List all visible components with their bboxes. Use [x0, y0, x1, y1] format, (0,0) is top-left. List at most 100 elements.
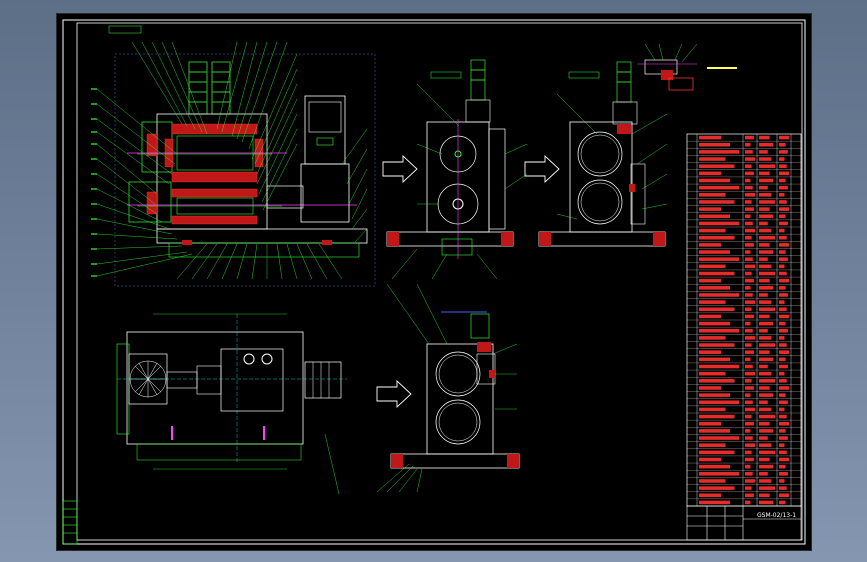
- table-cell-text: [759, 400, 768, 405]
- table-cell-text: [745, 307, 752, 312]
- table-cell-text: [745, 293, 753, 297]
- table-cell-text: [745, 464, 751, 469]
- table-cell-text: [745, 343, 752, 347]
- table-cell-text: [779, 486, 787, 490]
- table-cell-text: [779, 414, 787, 419]
- table-cell-text: [699, 400, 739, 405]
- table-cell-text: [779, 400, 788, 405]
- table-cell-text: [779, 371, 785, 376]
- table-cell-text: [745, 486, 752, 490]
- table-cell-text: [699, 185, 739, 190]
- table-cell-text: [745, 436, 753, 440]
- table-cell-text: [745, 450, 752, 455]
- side-view-b: [538, 61, 668, 247]
- table-cell-text: [745, 300, 755, 304]
- table-cell-text: [745, 321, 751, 326]
- drawing-sheet: GSM-02/13-1: [56, 13, 812, 551]
- table-cell-text: [759, 493, 770, 498]
- table-cell-text: [759, 221, 768, 226]
- table-cell-text: [759, 135, 770, 140]
- table-cell-text: [759, 328, 768, 333]
- table-cell-text: [779, 193, 785, 197]
- table-cell-text: [779, 271, 787, 276]
- table-cell-text: [779, 178, 786, 183]
- table-cell-text: [699, 486, 735, 490]
- table-cell-text: [745, 207, 754, 211]
- table-cell-text: [745, 400, 753, 405]
- table-cell-text: [779, 300, 785, 304]
- table-cell-text: [745, 257, 753, 261]
- table-cell-text: [779, 200, 787, 204]
- table-cell-text: [699, 336, 726, 340]
- table-cell-text: [759, 228, 772, 233]
- table-cell-text: [779, 243, 789, 247]
- table-cell-text: [745, 243, 754, 247]
- table-cell-text: [699, 142, 730, 147]
- side-view-a: [386, 59, 528, 280]
- table-cell-text: [745, 235, 752, 240]
- main-section-view: [91, 25, 376, 287]
- table-cell-text: [779, 257, 788, 261]
- table-cell-text: [745, 286, 751, 290]
- table-cell-text: [699, 178, 730, 183]
- table-cell-text: [759, 250, 774, 254]
- table-cell-text: [759, 486, 775, 490]
- table-cell-text: [745, 314, 754, 319]
- table-cell-text: [699, 429, 730, 433]
- table-cell-text: [759, 357, 774, 362]
- top-view: [116, 313, 347, 495]
- table-cell-text: [699, 450, 735, 455]
- table-cell-text: [699, 264, 726, 269]
- table-cell-text: [759, 343, 775, 347]
- table-cell-text: [699, 271, 735, 276]
- table-cell-text: [699, 278, 721, 283]
- side-motor: [266, 95, 350, 223]
- table-cell-text: [699, 464, 730, 469]
- technical-notes: [707, 64, 799, 73]
- table-cell-text: [779, 407, 785, 412]
- flow-arrows: [376, 154, 560, 409]
- table-cell-text: [699, 457, 721, 462]
- cad-drawing: [62, 19, 806, 545]
- table-cell-text: [759, 336, 772, 340]
- table-cell-text: [779, 443, 785, 447]
- table-cell-text: [699, 350, 721, 354]
- table-cell-text: [699, 214, 730, 219]
- table-cell-text: [779, 221, 788, 226]
- table-cell-text: [759, 307, 775, 312]
- table-cell-text: [779, 500, 786, 505]
- table-cell-text: [699, 371, 726, 376]
- table-cell-text: [759, 472, 768, 476]
- table-cell-text: [759, 457, 770, 462]
- table-cell-text: [759, 421, 770, 426]
- table-cell-text: [699, 150, 739, 154]
- table-cell-text: [745, 379, 752, 383]
- table-cell-text: [745, 472, 753, 476]
- table-cell-text: [745, 278, 754, 283]
- table-cell-text: [779, 429, 786, 433]
- table-cell-text: [779, 472, 788, 476]
- table-cell-text: [745, 500, 751, 505]
- table-cell-text: [759, 407, 772, 412]
- table-cell-text: [779, 235, 787, 240]
- side-view-c: [376, 283, 520, 493]
- table-cell-text: [699, 300, 726, 304]
- table-cell-text: [745, 421, 754, 426]
- table-cell-text: [759, 386, 770, 390]
- table-cell-text: [745, 150, 753, 154]
- table-cell-text: [759, 443, 772, 447]
- table-cell-text: [699, 321, 730, 326]
- table-cell-text: [699, 307, 735, 312]
- table-cell-text: [699, 257, 739, 261]
- table-cell-text: [745, 193, 755, 197]
- table-cell-text: [745, 364, 753, 369]
- table-cell-text: [745, 443, 755, 447]
- table-cell-text: [699, 293, 739, 297]
- table-cell-text: [699, 493, 721, 498]
- table-cell-text: [699, 328, 739, 333]
- table-cell-text: [779, 293, 788, 297]
- table-cell-text: [779, 350, 789, 354]
- table-cell-text: [759, 500, 774, 505]
- table-cell-text: [759, 364, 768, 369]
- table-cell-text: [745, 357, 751, 362]
